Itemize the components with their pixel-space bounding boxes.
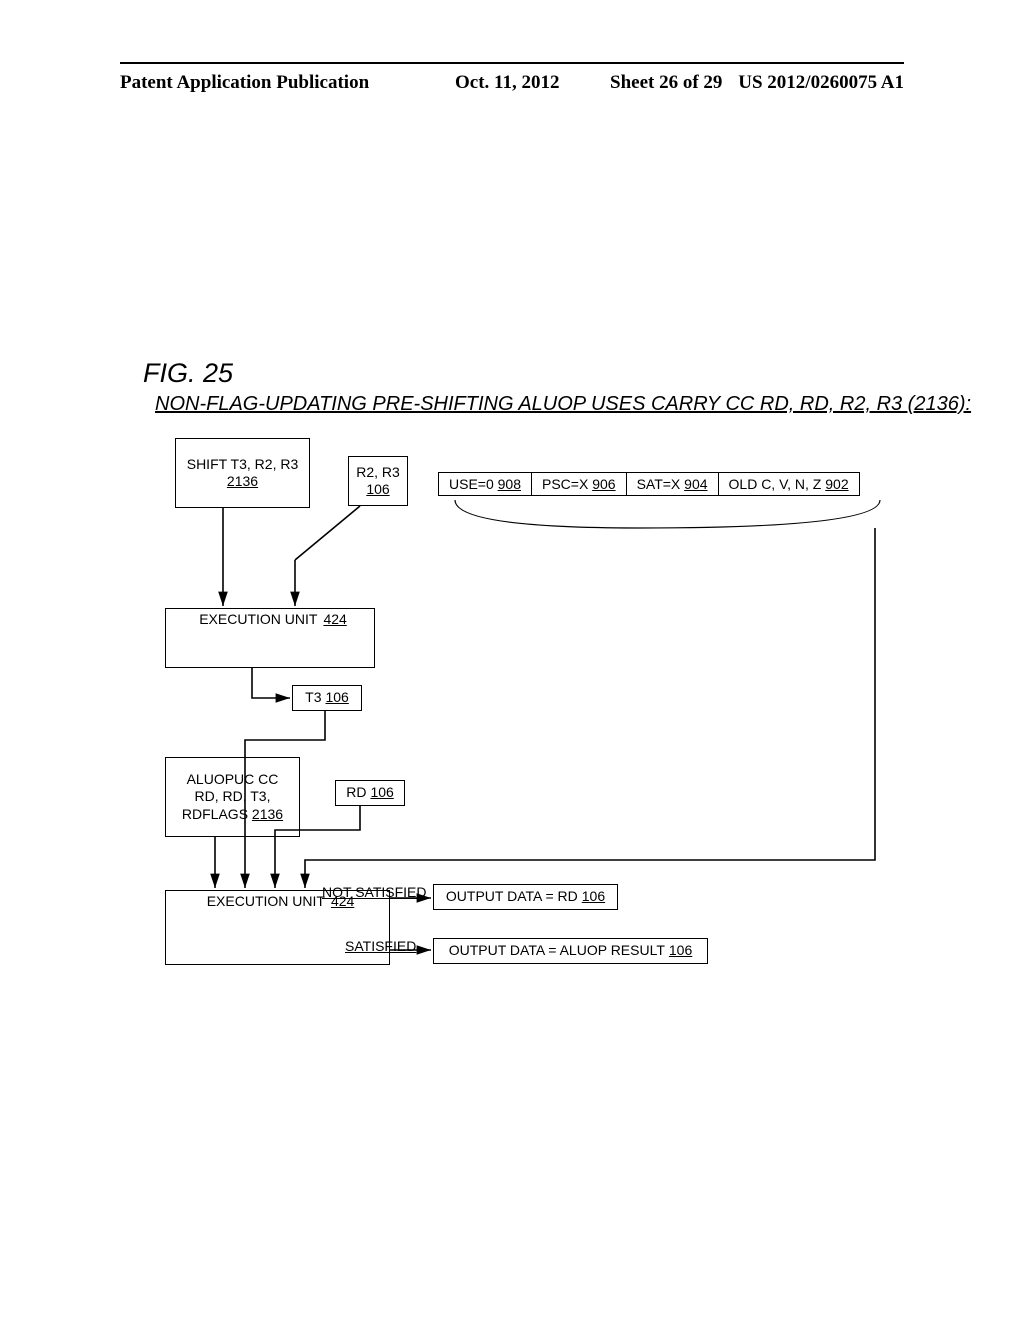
arrows-layer xyxy=(0,0,1024,1320)
page: Patent Application Publication Oct. 11, … xyxy=(0,0,1024,1320)
